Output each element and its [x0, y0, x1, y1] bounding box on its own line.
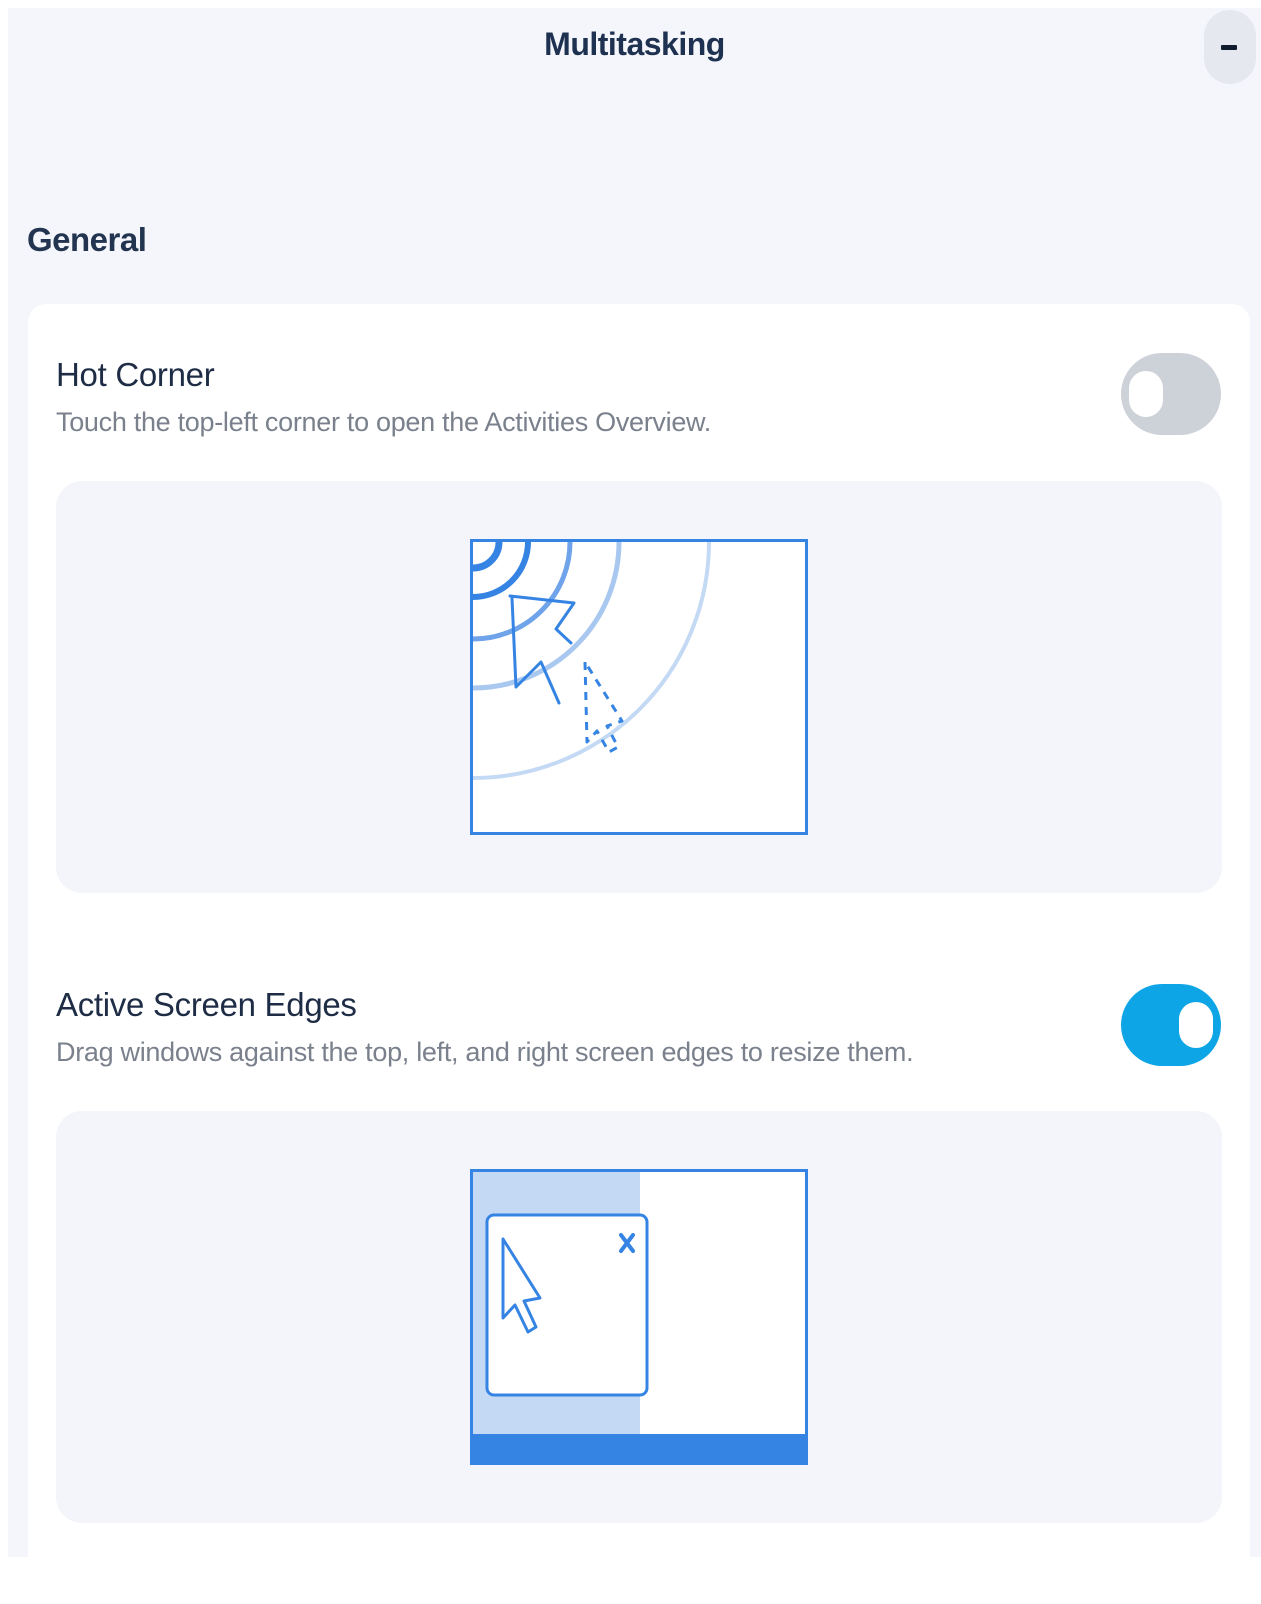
active-screen-edges-title: Active Screen Edges [56, 986, 357, 1023]
toggle-knob [1179, 1002, 1213, 1048]
general-settings-card: Hot Corner Touch the top-left corner to … [28, 304, 1250, 1604]
header-bar: Multitasking [8, 8, 1261, 88]
multitasking-window: Multitasking General Hot Corner Touch th… [8, 8, 1261, 1604]
toggle-knob [1129, 371, 1163, 417]
hot-corner-toggle[interactable] [1121, 353, 1221, 435]
hot-corner-illustration-panel [56, 481, 1222, 893]
active-screen-edges-illustration-panel [56, 1111, 1222, 1523]
hot-corner-illustration [470, 539, 808, 835]
section-title-general: General [27, 221, 147, 258]
minimize-icon [1221, 45, 1237, 50]
hot-corner-title: Hot Corner [56, 356, 215, 393]
active-screen-edges-description: Drag windows against the top, left, and … [56, 1037, 914, 1067]
hot-corner-description: Touch the top-left corner to open the Ac… [56, 407, 711, 437]
active-screen-edges-toggle[interactable] [1121, 984, 1221, 1066]
page-title: Multitasking [544, 26, 725, 62]
active-screen-edges-illustration [470, 1169, 808, 1465]
minimize-button[interactable] [1204, 10, 1256, 84]
